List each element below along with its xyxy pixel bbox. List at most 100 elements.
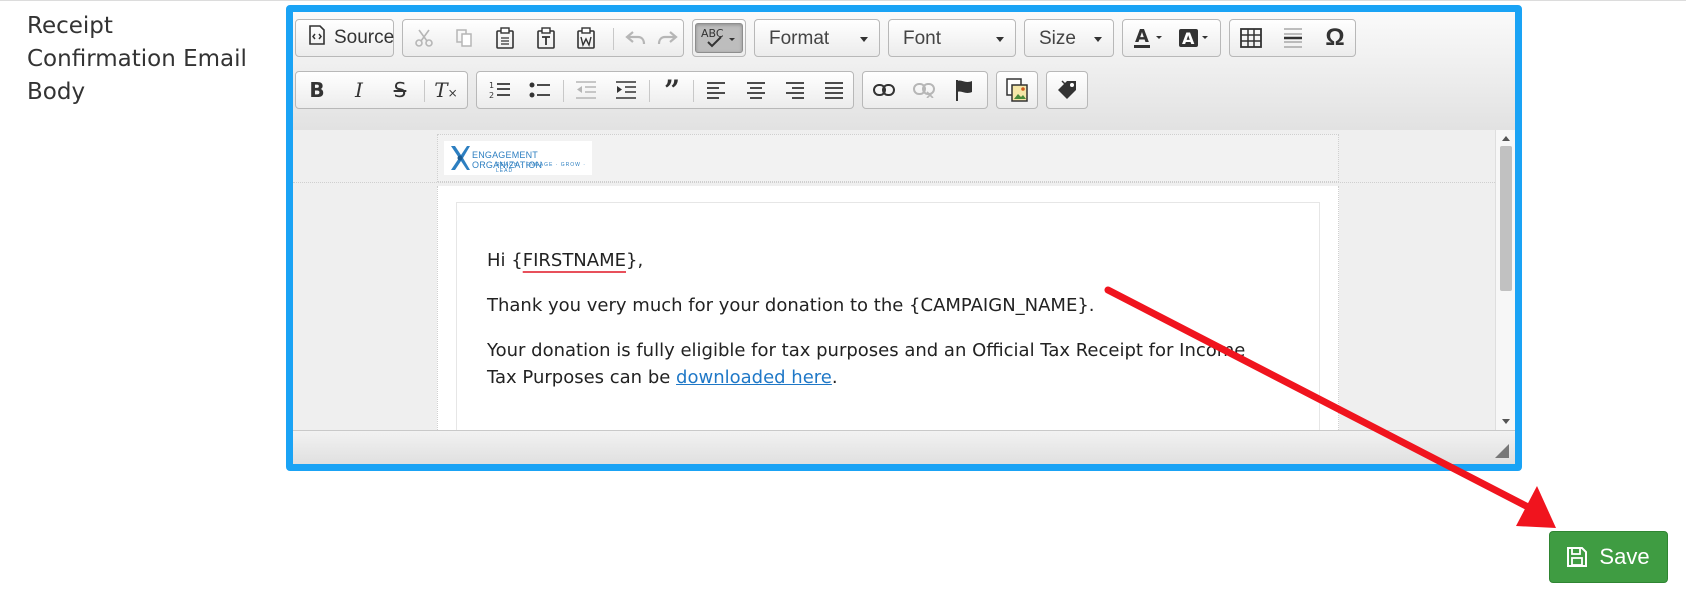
italic-icon: I — [355, 78, 363, 102]
numbered-list-button[interactable]: 12 — [483, 75, 517, 105]
strikethrough-button[interactable]: S — [383, 75, 417, 105]
undo-icon — [625, 30, 647, 46]
logo-cell: ENGAGEMENT ORGANIZATION REACH · ENGAGE ·… — [437, 134, 1339, 182]
unlink-button[interactable] — [907, 75, 941, 105]
resize-handle-icon[interactable] — [1495, 444, 1509, 458]
logo-row: ENGAGEMENT ORGANIZATION REACH · ENGAGE ·… — [293, 130, 1495, 183]
source-button[interactable]: Source — [300, 23, 402, 53]
size-label: Size — [1039, 28, 1076, 49]
cut-button[interactable] — [407, 23, 441, 53]
svg-text:1: 1 — [489, 81, 494, 90]
justify-icon — [824, 81, 844, 99]
redo-button[interactable] — [650, 23, 684, 53]
size-dropdown[interactable]: Size — [1024, 19, 1114, 57]
editor-status-bar — [293, 431, 1515, 464]
align-left-icon — [706, 81, 726, 99]
anchor-button[interactable] — [947, 75, 981, 105]
source-label: Source — [334, 27, 395, 48]
strikethrough-icon: S — [393, 78, 407, 102]
placeholder-tag-icon — [1056, 79, 1078, 101]
scroll-down-icon[interactable] — [1502, 419, 1510, 424]
tax-receipt-paragraph: Your donation is fully eligible for tax … — [487, 337, 1257, 391]
links-group — [862, 71, 988, 109]
align-left-button[interactable] — [699, 75, 733, 105]
thank-you-paragraph: Thank you very much for your donation to… — [487, 295, 1095, 316]
editor-toolbar: Source ABC Format Font Size A A Ω B I S … — [293, 12, 1515, 131]
image-button[interactable] — [1000, 75, 1034, 105]
copy-button[interactable] — [447, 23, 481, 53]
special-character-button[interactable]: Ω — [1318, 23, 1352, 53]
greeting-prefix: Hi { — [487, 250, 523, 271]
background-color-button[interactable]: A — [1173, 23, 1215, 53]
download-link[interactable]: downloaded here — [676, 367, 832, 388]
link-icon — [873, 83, 895, 97]
editor-vertical-scrollbar[interactable] — [1495, 130, 1515, 430]
remove-format-icon: T× — [434, 78, 458, 102]
justify-button[interactable] — [817, 75, 851, 105]
chevron-down-icon — [860, 37, 868, 42]
text-color-button[interactable]: A — [1127, 23, 1169, 53]
spellcheck-group: ABC — [692, 19, 746, 57]
chevron-down-icon — [1094, 37, 1102, 42]
editor-content-area[interactable]: ENGAGEMENT ORGANIZATION REACH · ENGAGE ·… — [293, 130, 1515, 431]
rich-text-editor: Source ABC Format Font Size A A Ω B I S … — [286, 5, 1522, 471]
format-label: Format — [769, 28, 830, 49]
paste-button[interactable] — [488, 23, 522, 53]
firstname-token: FIRSTNAME — [522, 250, 626, 271]
top-divider — [0, 0, 1686, 1]
svg-text:A: A — [1135, 27, 1149, 47]
tax-receipt-text: Your donation is fully eligible for tax … — [487, 340, 1246, 388]
scroll-thumb[interactable] — [1500, 146, 1512, 291]
undo-button[interactable] — [619, 23, 653, 53]
text-color-icon: A — [1131, 27, 1165, 49]
placeholder-group — [1046, 71, 1088, 109]
floppy-disk-icon — [1567, 547, 1588, 567]
align-right-button[interactable] — [778, 75, 812, 105]
spellcheck-button[interactable]: ABC — [695, 23, 743, 53]
organization-logo: ENGAGEMENT ORGANIZATION REACH · ENGAGE ·… — [444, 141, 592, 175]
unlink-icon — [913, 82, 935, 98]
horizontal-line-icon — [1283, 27, 1303, 49]
source-icon — [308, 25, 326, 51]
horizontal-line-button[interactable] — [1276, 23, 1310, 53]
placeholder-button[interactable] — [1050, 75, 1084, 105]
email-body-column: Hi {FIRSTNAME}, Thank you very much for … — [437, 186, 1339, 430]
blockquote-button[interactable]: ” — [655, 74, 689, 107]
image-group — [996, 71, 1038, 109]
font-label: Font — [903, 28, 942, 49]
svg-text:A: A — [1182, 29, 1195, 48]
font-dropdown[interactable]: Font — [888, 19, 1016, 57]
scroll-up-icon[interactable] — [1502, 136, 1510, 141]
increase-indent-icon — [615, 80, 637, 100]
format-dropdown[interactable]: Format — [754, 19, 880, 57]
link-button[interactable] — [867, 75, 901, 105]
increase-indent-button[interactable] — [609, 75, 643, 105]
insert-group: Ω — [1229, 19, 1356, 57]
anchor-icon — [954, 79, 974, 101]
paste-from-word-icon — [576, 27, 596, 49]
align-right-icon — [785, 81, 805, 99]
paragraph-group: 12 ” — [476, 71, 854, 109]
bulleted-list-button[interactable] — [523, 75, 557, 105]
chevron-down-icon — [996, 37, 1004, 42]
greeting-suffix: }, — [626, 250, 644, 271]
spellcheck-icon: ABC — [700, 26, 738, 50]
paste-from-word-button[interactable] — [569, 23, 603, 53]
paste-icon — [495, 27, 515, 49]
special-character-icon: Ω — [1325, 24, 1345, 51]
field-label: Receipt Confirmation Email Body — [27, 13, 247, 105]
paste-text-icon — [536, 27, 556, 49]
save-label: Save — [1599, 544, 1650, 569]
bold-button[interactable]: B — [300, 75, 334, 105]
table-icon — [1240, 28, 1262, 48]
paste-text-button[interactable] — [529, 23, 563, 53]
italic-button[interactable]: I — [342, 75, 376, 105]
decrease-indent-icon — [575, 80, 597, 100]
align-center-button[interactable] — [739, 75, 773, 105]
email-template: ENGAGEMENT ORGANIZATION REACH · ENGAGE ·… — [293, 130, 1495, 430]
save-button[interactable]: Save — [1549, 531, 1668, 583]
remove-format-button[interactable]: T× — [429, 75, 463, 105]
table-button[interactable] — [1234, 23, 1268, 53]
decrease-indent-button[interactable] — [569, 75, 603, 105]
background-color-icon: A — [1177, 27, 1211, 49]
